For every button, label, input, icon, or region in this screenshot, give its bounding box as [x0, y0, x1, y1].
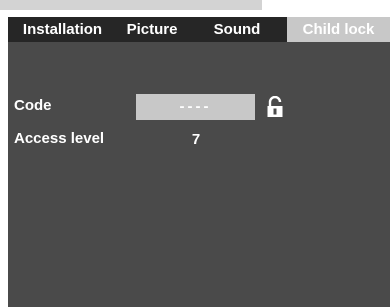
tab-bar: Installation Picture Sound Child lock [8, 17, 390, 42]
code-label: Code [14, 97, 52, 114]
tab-picture[interactable]: Picture [117, 17, 187, 42]
access-level-label: Access level [14, 130, 105, 147]
unlocked-padlock-icon [267, 96, 283, 117]
access-level-value[interactable]: 7 [186, 131, 206, 148]
tab-installation[interactable]: Installation [8, 17, 117, 42]
tab-sound[interactable]: Sound [187, 17, 287, 42]
osd-menu-panel: Installation Picture Sound Child lock Co… [8, 17, 390, 307]
top-strip [0, 0, 262, 10]
tab-child-lock[interactable]: Child lock [287, 17, 390, 42]
code-input[interactable]: ---- [136, 94, 255, 120]
